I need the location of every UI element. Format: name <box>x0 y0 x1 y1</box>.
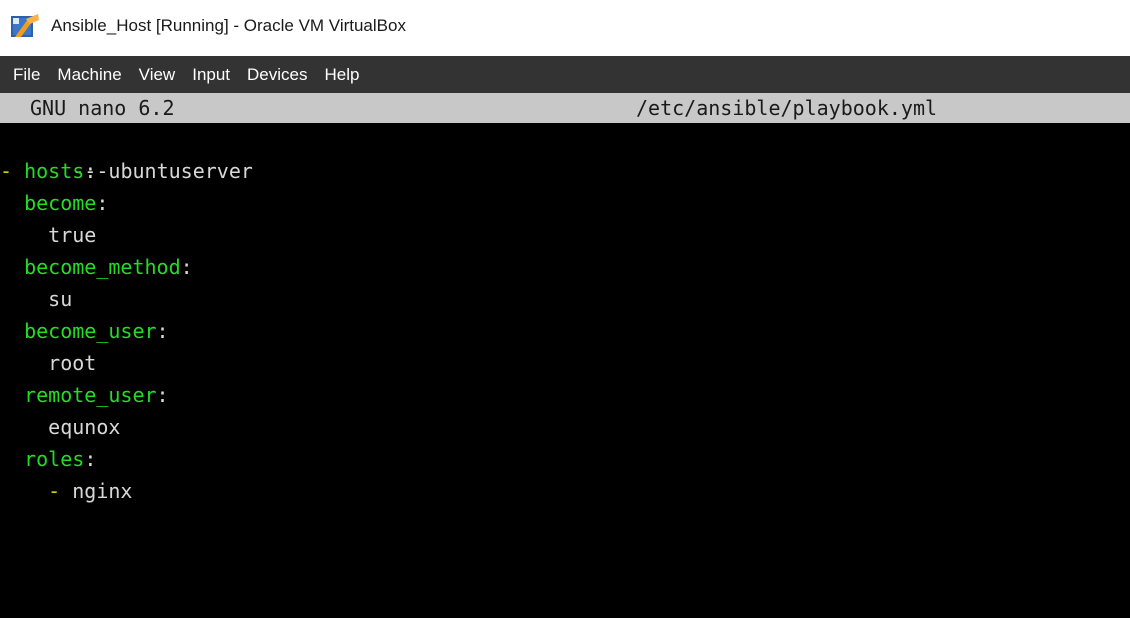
yaml-colon: : <box>156 319 169 343</box>
menu-file[interactable]: File <box>13 65 40 85</box>
editor-line-become-method-value: su <box>0 283 72 315</box>
menu-input[interactable]: Input <box>192 65 230 85</box>
window-titlebar: Ansible_Host [Running] - Oracle VM Virtu… <box>0 0 1130 51</box>
editor-line-doc-start: --- <box>0 123 108 183</box>
editor-line-roles-item: - nginx <box>0 475 132 507</box>
yaml-key-roles: roles <box>24 447 85 471</box>
yaml-value-role-nginx: nginx <box>72 479 133 503</box>
yaml-colon: : <box>180 255 193 279</box>
window-title: Ansible_Host [Running] - Oracle VM Virtu… <box>51 15 406 35</box>
yaml-colon: : <box>84 159 97 183</box>
editor-line-become-value: true <box>0 219 96 251</box>
menu-machine[interactable]: Machine <box>57 65 121 85</box>
nano-version-label: GNU nano 6.2 <box>30 96 175 120</box>
virtualbox-icon <box>10 13 40 39</box>
menu-view[interactable]: View <box>139 65 176 85</box>
vm-screen[interactable]: GNU nano 6.2 /etc/ansible/playbook.yml -… <box>0 93 1130 618</box>
editor-line-roles: roles: <box>0 443 96 475</box>
editor-line-become-user: become_user: <box>0 315 169 347</box>
menubar: File Machine View Input Devices Help <box>0 56 1130 93</box>
nano-filename-label: /etc/ansible/playbook.yml <box>636 96 938 120</box>
roles-item-dash: - <box>48 479 61 503</box>
list-dash: - <box>0 159 13 183</box>
yaml-value-become: true <box>48 223 97 247</box>
menu-help[interactable]: Help <box>325 65 360 85</box>
yaml-value-remote-user: equnox <box>48 415 121 439</box>
editor-line-remote-user: remote_user: <box>0 379 169 411</box>
editor-line-become-user-value: root <box>0 347 96 379</box>
yaml-colon: : <box>84 447 97 471</box>
yaml-value-hosts: ubuntuserver <box>108 159 253 183</box>
yaml-value-become-user: root <box>48 351 97 375</box>
yaml-key-remote-user: remote_user <box>24 383 157 407</box>
yaml-key-become: become <box>24 191 97 215</box>
nano-header-bar: GNU nano 6.2 /etc/ansible/playbook.yml <box>0 93 1130 123</box>
yaml-colon: : <box>156 383 169 407</box>
yaml-key-become-user: become_user <box>24 319 157 343</box>
editor-line-become: become: <box>0 187 108 219</box>
yaml-value-become-method: su <box>48 287 73 311</box>
menu-devices[interactable]: Devices <box>247 65 307 85</box>
editor-line-remote-user-value: equnox <box>0 411 120 443</box>
yaml-key-hosts: hosts <box>24 159 85 183</box>
editor-line-become-method: become_method: <box>0 251 193 283</box>
yaml-key-become-method: become_method <box>24 255 181 279</box>
yaml-colon: : <box>96 191 109 215</box>
editor-line-hosts: - hosts: ubuntuserver <box>0 155 253 187</box>
